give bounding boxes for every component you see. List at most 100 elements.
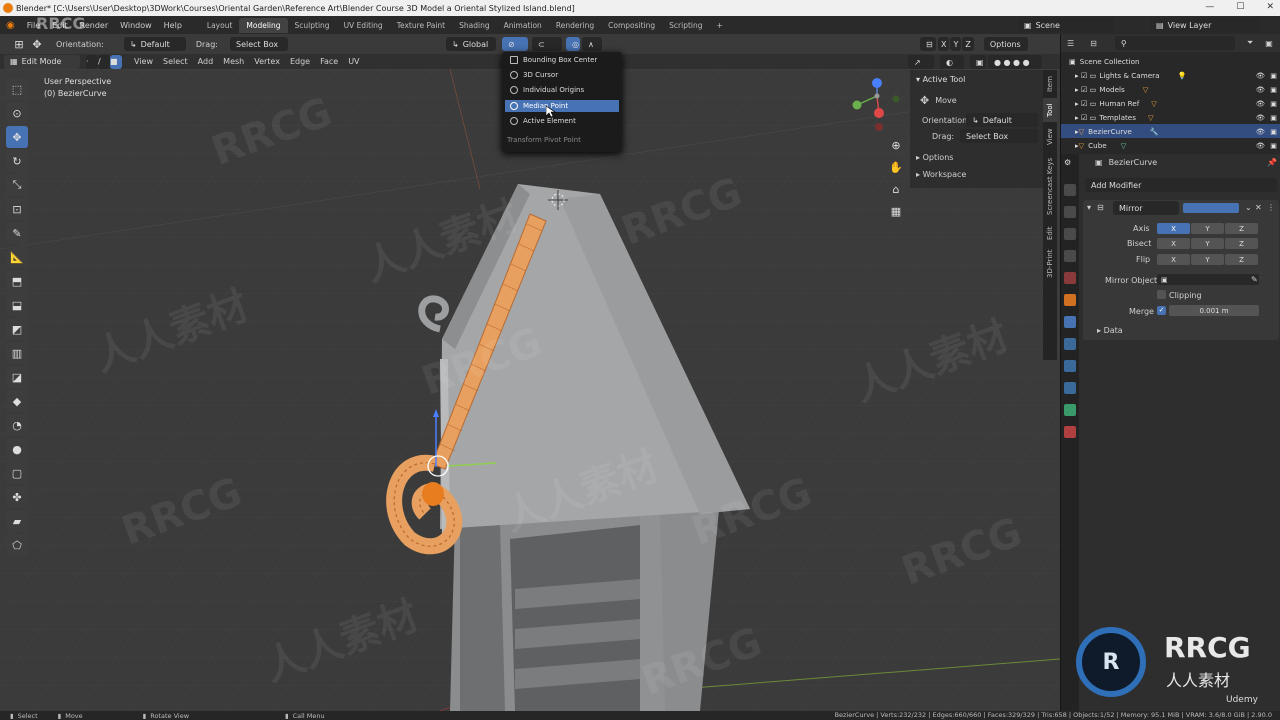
- outliner-item[interactable]: ▸ ▽ Cube ▽ 👁 ▣: [1061, 138, 1280, 152]
- rip-region-icon[interactable]: ⬠: [6, 534, 28, 556]
- bisect-x-toggle[interactable]: X: [1157, 238, 1190, 249]
- outliner-scene-collection[interactable]: ▣ Scene Collection: [1061, 54, 1280, 68]
- poly-build-icon[interactable]: ◆: [6, 390, 28, 412]
- tab-tool[interactable]: Tool: [1043, 98, 1057, 122]
- close-button[interactable]: ✕: [1266, 2, 1274, 12]
- display-mode-icon[interactable]: ⊟: [1090, 39, 1097, 48]
- bisect-y-toggle[interactable]: Y: [1191, 238, 1224, 249]
- shrink-fatten-icon[interactable]: ✤: [6, 486, 28, 508]
- menu-mesh[interactable]: Mesh: [223, 57, 244, 66]
- edge-select-icon[interactable]: /: [98, 54, 110, 69]
- annotate-icon[interactable]: ✎: [6, 222, 28, 244]
- menu-view[interactable]: View: [134, 57, 153, 66]
- close-icon[interactable]: ✕: [1255, 203, 1262, 212]
- menu-help[interactable]: Help: [158, 21, 188, 30]
- eyedropper-icon[interactable]: ✎: [1251, 275, 1258, 284]
- pivot-3d-cursor[interactable]: 3D Cursor: [505, 69, 619, 81]
- drag-dropdown[interactable]: Select Box: [229, 37, 288, 51]
- bevel-icon[interactable]: ◩: [6, 318, 28, 340]
- modifier-tab-icon[interactable]: [1064, 316, 1076, 328]
- workspace-section[interactable]: ▸ Workspace: [916, 170, 966, 179]
- tab-modeling[interactable]: Modeling: [239, 17, 288, 33]
- rotate-icon[interactable]: ↻: [6, 150, 28, 172]
- render-icon[interactable]: ▣: [1270, 141, 1277, 150]
- loop-cut-icon[interactable]: ▥: [6, 342, 28, 364]
- visibility-icon[interactable]: 👁: [1256, 99, 1265, 108]
- render-icon[interactable]: ▣: [1270, 85, 1277, 94]
- tab-shading[interactable]: Shading: [452, 18, 496, 33]
- particles-tab-icon[interactable]: [1064, 338, 1076, 350]
- snap-dropdown[interactable]: ⊂: [531, 37, 562, 51]
- extrude-icon[interactable]: ⬒: [6, 270, 28, 292]
- outliner-item[interactable]: ▸ ☑ ▭ Lights & Camera 💡 👁 ▣: [1061, 68, 1280, 82]
- menu-window[interactable]: Window: [114, 21, 158, 30]
- axis-z-toggle[interactable]: Z: [962, 37, 974, 51]
- view-layer-tab-icon[interactable]: [1064, 228, 1076, 240]
- gizmo-toggle[interactable]: ↗: [908, 55, 934, 69]
- face-select-icon[interactable]: ■: [110, 54, 122, 69]
- 3d-viewport[interactable]: ⊕ ✋ ⌂ ▦ RRCG 人人素材 RRCG 人人素材 RRCG RRCG RR…: [0, 69, 1060, 711]
- pin-icon[interactable]: 📌: [1267, 158, 1277, 167]
- axis-x-toggle[interactable]: X: [1157, 223, 1190, 234]
- select-box-icon[interactable]: ⬚: [6, 78, 28, 100]
- overlay-toggle[interactable]: ◐: [940, 55, 964, 69]
- menu-face[interactable]: Face: [320, 57, 338, 66]
- orientation-dropdown[interactable]: ↳ Default: [123, 37, 186, 51]
- tab-view[interactable]: View: [1043, 124, 1057, 150]
- axis-y-toggle[interactable]: Y: [1191, 223, 1224, 234]
- tab-uv-editing[interactable]: UV Editing: [337, 18, 390, 33]
- filter-icon[interactable]: ⏷: [1247, 38, 1253, 48]
- measure-icon[interactable]: 📐: [6, 246, 28, 268]
- edge-slide-icon[interactable]: ▢: [6, 462, 28, 484]
- proportional-edit-button[interactable]: ◎: [565, 37, 580, 51]
- bisect-z-toggle[interactable]: Z: [1225, 238, 1258, 249]
- render-icon[interactable]: ▣: [1270, 99, 1277, 108]
- object-tab-icon[interactable]: [1064, 294, 1076, 306]
- add-modifier-dropdown[interactable]: Add Modifier: [1085, 178, 1277, 192]
- camera-icon[interactable]: ⌂: [888, 181, 904, 197]
- pivot-point-button[interactable]: ⊘: [501, 37, 528, 51]
- editor-type-icon[interactable]: ☰: [1067, 39, 1074, 48]
- add-workspace-button[interactable]: +: [710, 18, 730, 33]
- tab-compositing[interactable]: Compositing: [601, 18, 662, 33]
- pivot-median-point[interactable]: Median Point: [505, 100, 619, 112]
- menu-uv[interactable]: UV: [348, 57, 359, 66]
- new-collection-icon[interactable]: ▣: [1265, 39, 1273, 48]
- menu-edge[interactable]: Edge: [290, 57, 310, 66]
- transform-icon[interactable]: ⊡: [6, 198, 28, 220]
- pivot-individual-origins[interactable]: Individual Origins: [505, 84, 619, 96]
- visibility-icon[interactable]: 👁: [1256, 141, 1265, 150]
- data-subpanel[interactable]: ▸ Data: [1097, 326, 1123, 335]
- inset-icon[interactable]: ⬓: [6, 294, 28, 316]
- drag-handle-icon[interactable]: ⋮: [1267, 203, 1275, 212]
- options-section[interactable]: ▸ Options: [916, 153, 953, 162]
- merge-distance-field[interactable]: 0.001 m: [1169, 305, 1259, 316]
- outliner-item-selected[interactable]: ▸ ▽ BezierCurve 🔧 👁 ▣: [1061, 124, 1280, 138]
- tab-item[interactable]: Item: [1043, 72, 1057, 96]
- spin-icon[interactable]: ◔: [6, 414, 28, 436]
- modifier-name-field[interactable]: Mirror: [1113, 201, 1179, 215]
- render-icon[interactable]: ▣: [1270, 127, 1277, 136]
- tab-rendering[interactable]: Rendering: [549, 18, 601, 33]
- hand-pan-icon[interactable]: ✋: [888, 159, 904, 175]
- axis-z-toggle[interactable]: Z: [1225, 223, 1258, 234]
- modifier-visibility-toggles[interactable]: [1183, 203, 1239, 213]
- visibility-icon[interactable]: 👁: [1256, 85, 1265, 94]
- minimize-button[interactable]: —: [1205, 2, 1214, 12]
- xray-toggle[interactable]: ▣: [970, 55, 986, 69]
- knife-icon[interactable]: ◪: [6, 366, 28, 388]
- data-tab-icon[interactable]: [1064, 404, 1076, 416]
- axis-x-toggle[interactable]: X: [937, 37, 950, 51]
- blender-menu-icon[interactable]: ◉: [0, 20, 21, 31]
- smooth-icon[interactable]: ●: [6, 438, 28, 460]
- transform-orientation-dropdown[interactable]: ↳ Global: [445, 37, 496, 51]
- tab-screencast-keys[interactable]: Screencast Keys: [1043, 152, 1057, 220]
- pivot-active-element[interactable]: Active Element: [505, 115, 619, 127]
- drag-dropdown[interactable]: Select Box: [960, 129, 1038, 143]
- merge-checkbox[interactable]: ✓: [1157, 306, 1166, 315]
- vertex-select-icon[interactable]: ·: [86, 54, 98, 69]
- falloff-dropdown[interactable]: ∧: [581, 37, 602, 51]
- tab-edit[interactable]: Edit: [1043, 222, 1057, 244]
- view-layer-selector[interactable]: ▤ View Layer: [1150, 18, 1260, 32]
- mode-dropdown[interactable]: ▦ Edit Mode: [4, 54, 80, 69]
